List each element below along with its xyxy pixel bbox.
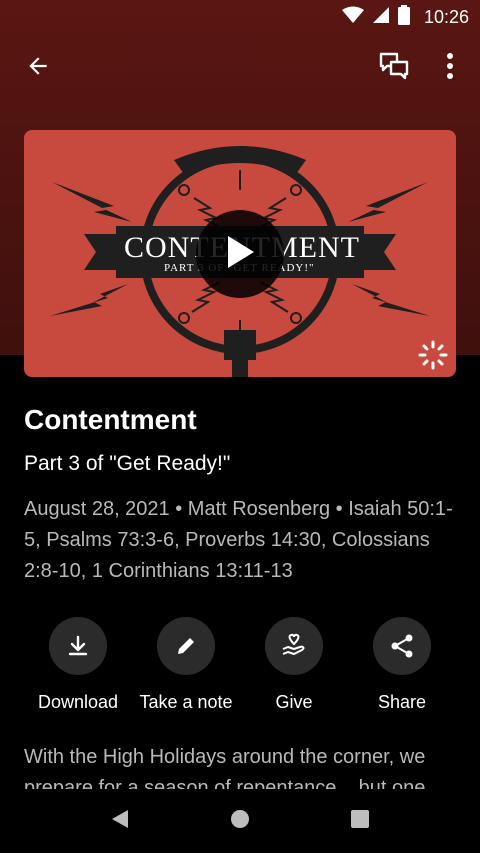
- download-button[interactable]: Download: [18, 617, 138, 713]
- status-bar: 10:26: [0, 0, 480, 34]
- sunburst-icon: [418, 340, 448, 375]
- download-icon: [49, 617, 107, 675]
- chat-button[interactable]: [370, 44, 418, 92]
- sermon-title: Contentment: [24, 404, 197, 435]
- give-label: Give: [275, 692, 313, 712]
- pencil-icon: [157, 617, 215, 675]
- hand-heart-icon: [265, 617, 323, 675]
- take-note-button[interactable]: Take a note: [126, 617, 246, 713]
- battery-icon: [397, 4, 410, 30]
- more-button[interactable]: [426, 44, 474, 92]
- action-row: Download Take a note Give Share: [0, 617, 480, 717]
- nav-back-icon: [110, 808, 130, 835]
- chat-bubbles-icon: [379, 52, 409, 85]
- give-button[interactable]: Give: [234, 617, 354, 713]
- take-note-label: Take a note: [139, 692, 233, 712]
- play-icon: [224, 234, 256, 275]
- nav-back-button[interactable]: [104, 805, 136, 837]
- share-button[interactable]: Share: [342, 617, 462, 713]
- sermon-subtitle: Part 3 of "Get Ready!": [24, 452, 231, 475]
- nav-home-icon: [230, 809, 250, 834]
- wifi-icon: [341, 6, 364, 29]
- nav-home-button[interactable]: [224, 805, 256, 837]
- nav-recents-button[interactable]: [344, 805, 376, 837]
- share-icon: [373, 617, 431, 675]
- arrow-left-icon: [25, 53, 51, 84]
- back-button[interactable]: [14, 44, 62, 92]
- share-label: Share: [377, 692, 427, 712]
- nav-recents-icon: [350, 809, 370, 834]
- download-label: Download: [37, 692, 119, 712]
- more-vert-icon: [446, 52, 454, 84]
- play-button[interactable]: [196, 210, 284, 298]
- toolbar: [0, 40, 480, 96]
- system-nav-bar: [0, 789, 480, 853]
- status-time: 10:26: [423, 6, 469, 27]
- sermon-meta: August 28, 2021 • Matt Rosenberg • Isaia…: [24, 498, 453, 582]
- cell-signal-icon: [372, 6, 390, 29]
